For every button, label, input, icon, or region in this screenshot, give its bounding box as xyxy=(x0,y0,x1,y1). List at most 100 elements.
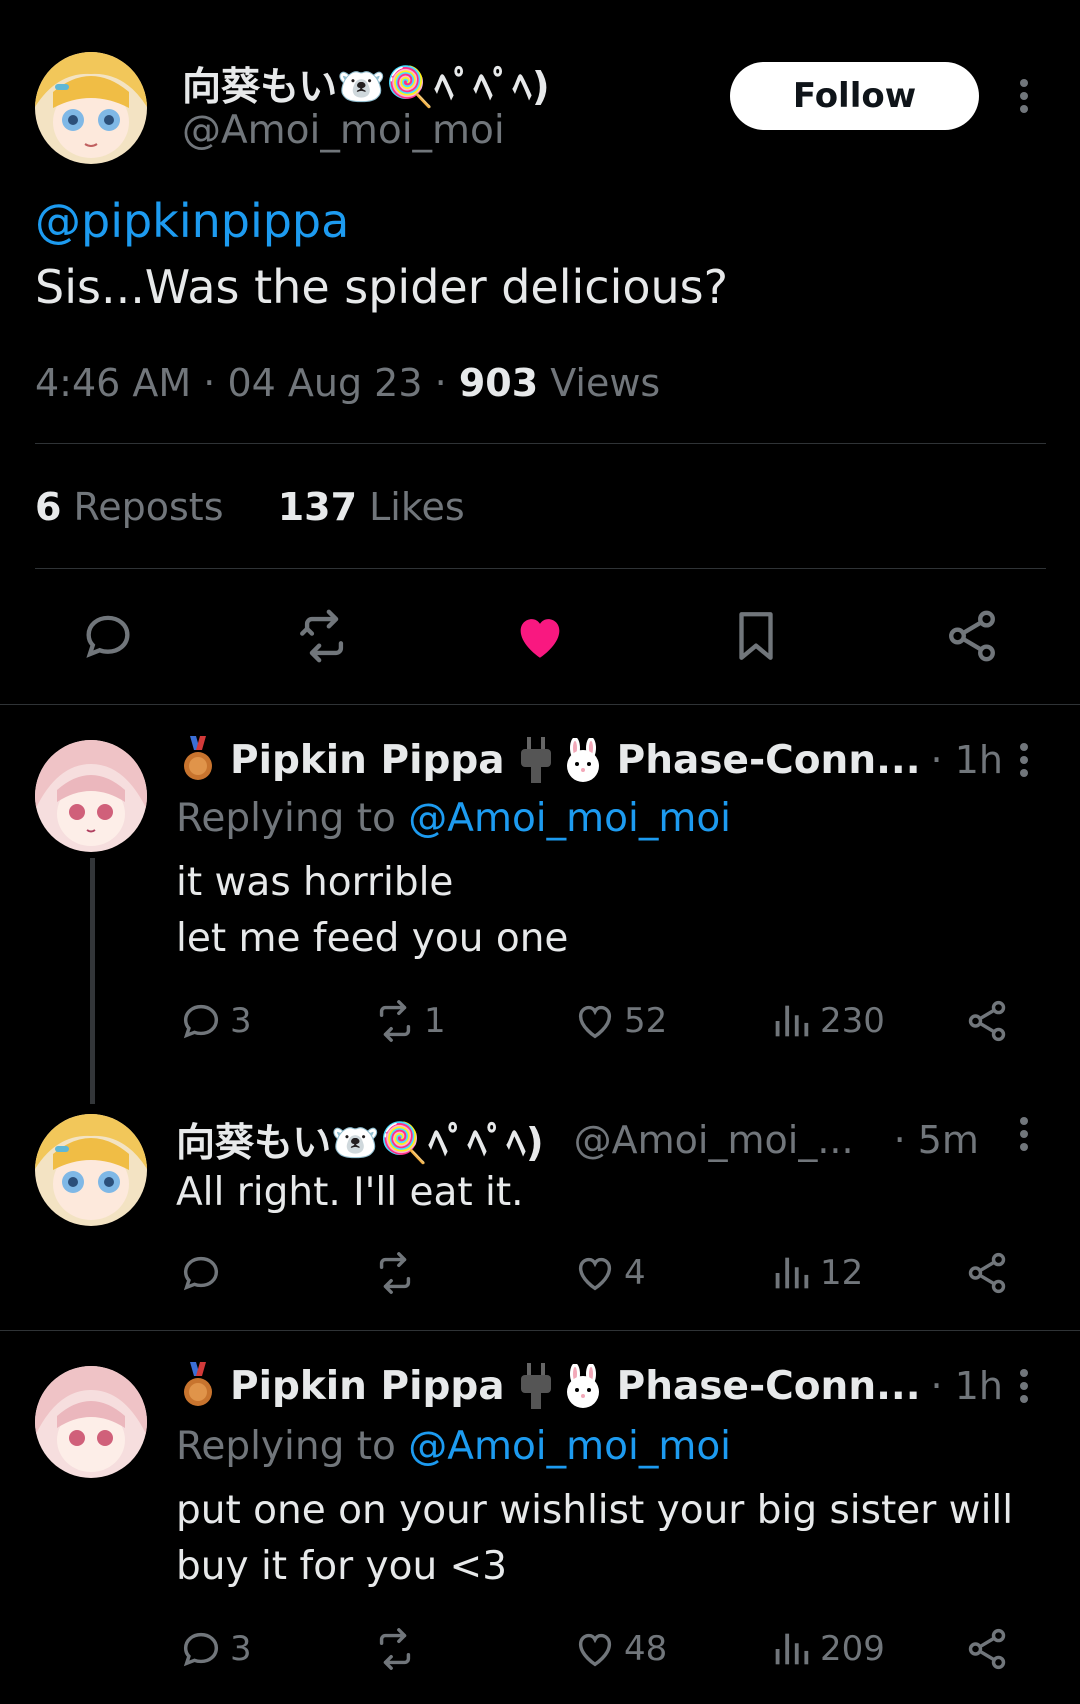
divider xyxy=(0,1330,1080,1331)
more-options-icon[interactable] xyxy=(1004,1366,1044,1406)
repost-icon xyxy=(379,1000,411,1042)
like-icon[interactable] xyxy=(508,604,572,668)
replying-prefix: Replying to xyxy=(176,1424,396,1469)
heart-icon xyxy=(578,1257,612,1291)
reply-icon xyxy=(183,1256,219,1291)
display-name[interactable]: Pipkin Pippa xyxy=(230,738,505,783)
analytics-icon xyxy=(775,1633,809,1665)
share-button[interactable] xyxy=(964,1626,1010,1672)
display-name[interactable]: 向葵もい🐻‍❄️🍭ﾍﾟﾍﾟﾍ) xyxy=(182,56,550,112)
reply-time[interactable]: · 1h xyxy=(931,738,1003,782)
medal-icon xyxy=(178,736,218,784)
views-label: Views xyxy=(550,361,661,405)
divider xyxy=(35,443,1046,444)
reply-count: 3 xyxy=(230,1001,252,1041)
share-icon xyxy=(968,1628,1006,1670)
share-button[interactable] xyxy=(964,998,1010,1044)
engagement-stats: 6 Reposts 137 Likes xyxy=(35,485,465,529)
reply-time[interactable]: · 1h xyxy=(931,1364,1003,1408)
plug-icon xyxy=(520,737,551,783)
display-name[interactable]: Pipkin Pippa xyxy=(230,1364,505,1409)
reply-text: let me feed you one xyxy=(176,916,569,961)
reply-icon xyxy=(183,1004,219,1039)
like-count: 52 xyxy=(624,1001,668,1041)
like-button[interactable]: 48 xyxy=(572,1626,667,1672)
share-icon[interactable] xyxy=(940,604,1004,668)
replying-handle-link[interactable]: @Amoi_moi_moi xyxy=(408,1424,731,1469)
display-name[interactable]: 向葵もい🐻‍❄️🍭ﾍﾟﾍﾟﾍ) xyxy=(176,1112,544,1168)
handle[interactable]: @Amoi_moi_moi xyxy=(182,108,505,153)
follow-button[interactable]: Follow xyxy=(730,62,979,130)
views-button[interactable]: 12 xyxy=(768,1250,863,1296)
likes-label: Likes xyxy=(369,485,465,529)
more-options-icon[interactable] xyxy=(1004,1114,1044,1154)
reply-text: it was horrible xyxy=(176,860,454,905)
reply-header: 向葵もい🐻‍❄️🍭ﾍﾟﾍﾟﾍ) @Amoi_moi_... · 5m xyxy=(176,1112,979,1168)
views-button[interactable]: 230 xyxy=(768,998,885,1044)
share-icon xyxy=(968,1252,1006,1294)
divider xyxy=(0,704,1080,705)
likes-count: 137 xyxy=(277,485,358,529)
replying-handle-link[interactable]: @Amoi_moi_moi xyxy=(408,796,731,841)
tweet-meta: 4:46 AM · 04 Aug 23 · 903 Views xyxy=(35,361,661,405)
replying-prefix: Replying to xyxy=(176,796,396,841)
reply-button[interactable]: 3 xyxy=(178,1626,252,1672)
repost-button[interactable] xyxy=(372,1626,418,1672)
reposts-stat[interactable]: 6 Reposts xyxy=(35,485,236,529)
thread-line xyxy=(90,858,95,1104)
reply-text: put one on your wishlist your big sister… xyxy=(176,1488,1014,1533)
avatar[interactable] xyxy=(35,1114,147,1226)
bookmark-icon[interactable] xyxy=(724,604,788,668)
like-button[interactable]: 52 xyxy=(572,998,667,1044)
repost-icon xyxy=(379,1628,411,1670)
views-count: 903 xyxy=(458,361,539,405)
views-button[interactable]: 209 xyxy=(768,1626,885,1672)
repost-icon xyxy=(379,1252,411,1294)
more-options-icon[interactable] xyxy=(1004,740,1044,780)
plug-icon xyxy=(520,1363,551,1409)
avatar[interactable] xyxy=(35,52,147,164)
tweet-date[interactable]: 04 Aug 23 xyxy=(227,361,422,405)
analytics-icon xyxy=(775,1005,809,1037)
like-button[interactable]: 4 xyxy=(572,1250,646,1296)
analytics-icon xyxy=(775,1257,809,1289)
share-button[interactable] xyxy=(964,1250,1010,1296)
reply-button[interactable]: 3 xyxy=(178,998,252,1044)
replying-to: Replying to @Amoi_moi_moi xyxy=(176,1424,731,1469)
reply-button[interactable] xyxy=(178,1250,224,1296)
avatar[interactable] xyxy=(35,1366,147,1478)
reply-text: buy it for you <3 xyxy=(176,1544,508,1589)
reply-icon[interactable] xyxy=(76,604,140,668)
like-count: 4 xyxy=(624,1253,646,1293)
heart-icon xyxy=(578,1005,612,1039)
more-options-icon[interactable] xyxy=(1004,76,1044,116)
repost-button[interactable]: 1 xyxy=(372,998,446,1044)
reply-count: 3 xyxy=(230,1629,252,1669)
likes-stat[interactable]: 137 Likes xyxy=(278,485,465,529)
reposts-label: Reposts xyxy=(73,485,224,529)
repost-button[interactable] xyxy=(372,1250,418,1296)
repost-icon[interactable] xyxy=(292,604,356,668)
repost-count: 1 xyxy=(424,1001,446,1041)
handle[interactable]: @Amoi_moi_... xyxy=(574,1118,854,1162)
views-count: 230 xyxy=(820,1001,885,1041)
views-count: 12 xyxy=(820,1253,864,1293)
reply-time[interactable]: · 5m xyxy=(894,1118,979,1162)
like-count: 48 xyxy=(624,1629,668,1669)
medal-icon xyxy=(178,1362,218,1410)
avatar[interactable] xyxy=(35,740,147,852)
reply-header: Pipkin Pippa Phase-Conn... · 1h xyxy=(178,736,1003,784)
bunny-icon xyxy=(561,1364,605,1408)
heart-icon xyxy=(578,1633,612,1667)
bunny-icon xyxy=(561,738,605,782)
views-count: 209 xyxy=(820,1629,885,1669)
divider xyxy=(35,568,1046,569)
mention-link[interactable]: @pipkinpippa xyxy=(35,194,349,248)
share-icon xyxy=(968,1000,1006,1042)
reposts-count: 6 xyxy=(35,485,62,529)
affiliation-label[interactable]: Phase-Conn... xyxy=(617,1364,921,1409)
affiliation-label[interactable]: Phase-Conn... xyxy=(617,738,921,783)
replying-to: Replying to @Amoi_moi_moi xyxy=(176,796,731,841)
reply-icon xyxy=(183,1632,219,1667)
tweet-time[interactable]: 4:46 AM xyxy=(35,361,191,405)
